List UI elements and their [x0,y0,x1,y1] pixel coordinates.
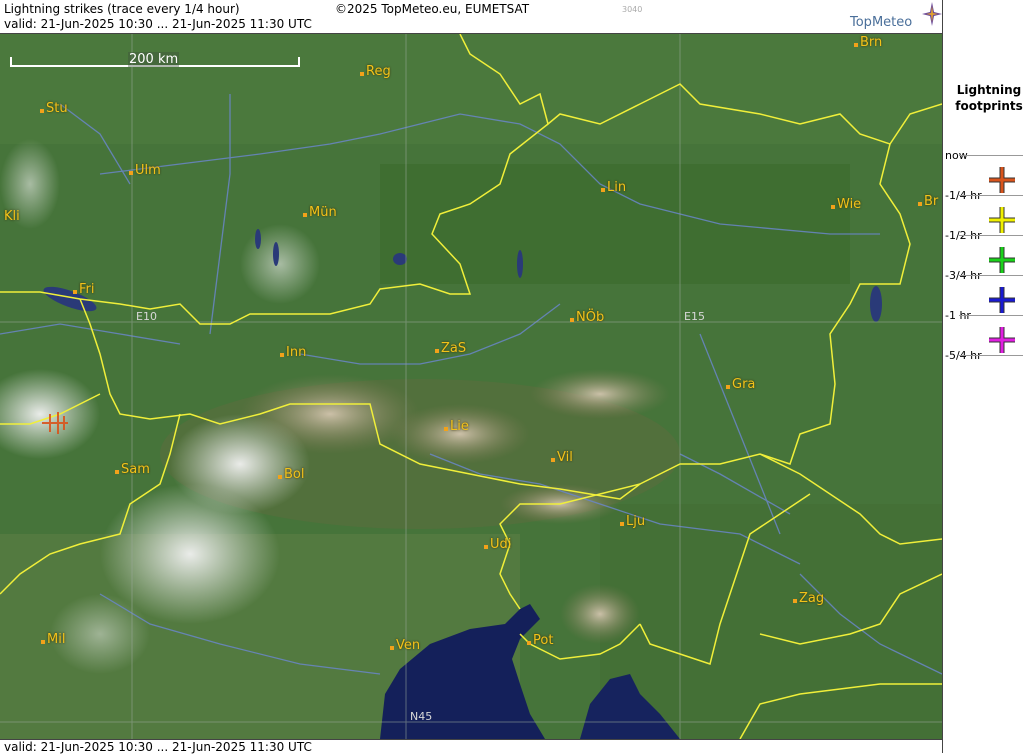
city-label[interactable]: Br [918,194,938,209]
city-label[interactable]: Brn [854,35,882,50]
grid-label-e15: E15 [684,310,705,323]
logo-text: TopMeteo [850,15,913,30]
copyright-text: ©2025 TopMeteo.eu, EUMETSAT [335,2,530,16]
compass-star-icon [922,2,942,26]
valid-time-header: valid: 21-Jun-2025 10:30 ... 21-Jun-2025… [4,17,312,31]
city-label[interactable]: Stu [40,101,68,116]
city-label[interactable]: Mün [303,205,337,220]
map-footer: valid: 21-Jun-2025 10:30 ... 21-Jun-2025… [0,739,942,754]
lightning-cross-icon [989,207,1015,233]
lightning-cross-icon [989,327,1015,353]
map-title: Lightning strikes (trace every 1/4 hour) [4,2,240,16]
lightning-cross-icon [989,247,1015,273]
city-label[interactable]: Kli [4,209,20,224]
city-label[interactable]: Fri [73,282,95,297]
grid-label-n45: N45 [410,710,433,723]
city-label[interactable]: Gra [726,377,755,392]
satellite-map[interactable]: 200 km E10 E15 N45 Brn Reg Stu Ulm Lin K… [0,34,942,739]
city-label[interactable]: Pot [527,633,553,648]
topmeteo-logo[interactable]: TopMeteo [848,2,942,32]
city-label[interactable]: Udi [484,537,511,552]
city-label[interactable]: Bol [278,467,304,482]
city-label[interactable]: Lin [601,180,626,195]
city-label[interactable]: Lie [444,419,469,434]
map-code: 3040 [622,5,643,14]
map-canvas [0,34,942,739]
grid-label-e10: E10 [136,310,157,323]
city-label[interactable]: Zag [793,591,824,606]
lightning-cross-icon [989,287,1015,313]
city-label[interactable]: NÖb [570,310,604,325]
city-label[interactable]: ZaS [435,341,466,356]
city-label[interactable]: Vil [551,450,573,465]
city-label[interactable]: Reg [360,64,391,79]
city-label[interactable]: Lju [620,514,645,529]
valid-time-footer: valid: 21-Jun-2025 10:30 ... 21-Jun-2025… [4,740,312,754]
city-label[interactable]: Ven [390,638,420,653]
legend-title: Lightning footprints [955,83,1023,113]
lightning-cross-icon [989,167,1015,193]
scale-label: 200 km [128,52,180,67]
city-label[interactable]: Ulm [129,163,161,178]
map-header: Lightning strikes (trace every 1/4 hour)… [0,0,942,34]
city-label[interactable]: Inn [280,345,306,360]
city-label[interactable]: Sam [115,462,150,477]
city-label[interactable]: Wie [831,197,861,212]
legend-item-five-quarter-hour: -5/4 hr [943,349,1034,395]
city-label[interactable]: Mil [41,632,65,647]
legend-panel: Lightning footprints now -1/4 hr -1/2 hr… [942,0,1034,753]
